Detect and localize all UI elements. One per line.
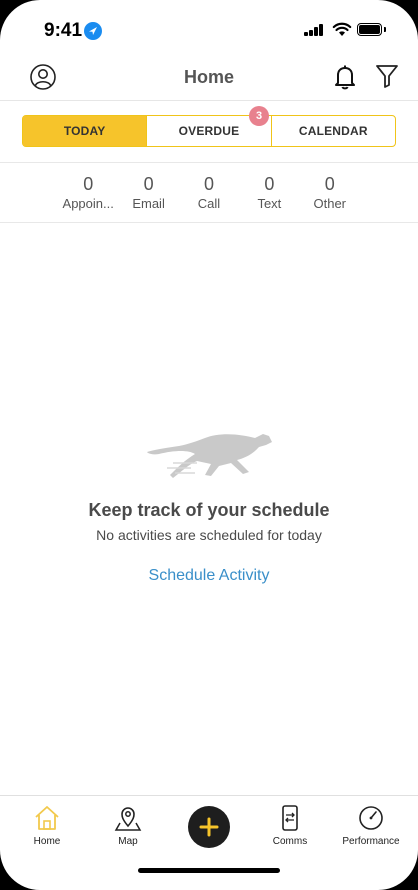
count-label: Email — [132, 196, 165, 211]
nav-home[interactable]: Home — [12, 804, 82, 847]
nav-comms[interactable]: Comms — [255, 804, 325, 847]
nav-label: Map — [118, 836, 138, 847]
divider — [0, 162, 418, 163]
nav-label: Performance — [342, 836, 400, 847]
app-header: Home — [0, 56, 418, 101]
filter-icon[interactable] — [375, 64, 399, 88]
home-indicator — [138, 868, 280, 873]
status-time: 9:41 — [44, 20, 83, 41]
count-appointments[interactable]: 0 Appoin... — [58, 173, 118, 213]
battery-icon — [357, 23, 382, 36]
count-email[interactable]: 0 Email — [118, 173, 178, 213]
divider — [0, 222, 418, 223]
wifi-icon — [332, 22, 352, 36]
count-label: Text — [257, 196, 282, 211]
count-value: 0 — [264, 174, 275, 194]
tab-today[interactable]: TODAY — [23, 116, 147, 146]
plus-icon — [199, 817, 219, 837]
nav-map[interactable]: Map — [93, 804, 163, 847]
count-call[interactable]: 0 Call — [179, 173, 239, 213]
activity-tabs: TODAY OVERDUE CALENDAR — [22, 115, 396, 147]
phone-transfer-icon — [282, 805, 298, 831]
empty-state-subtitle: No activities are scheduled for today — [96, 527, 322, 543]
tab-calendar[interactable]: CALENDAR — [270, 116, 395, 146]
home-icon — [35, 806, 59, 830]
nav-label: Home — [33, 836, 61, 847]
count-label: Other — [313, 196, 347, 211]
gauge-icon — [359, 806, 383, 830]
count-text[interactable]: 0 Text — [239, 173, 299, 213]
nav-performance[interactable]: Performance — [336, 804, 406, 847]
status-bar: 9:41 — [0, 0, 418, 56]
map-pin-icon — [114, 807, 142, 831]
bottom-nav: Home Map Comms Performance — [0, 795, 418, 890]
count-other[interactable]: 0 Other — [300, 173, 360, 213]
activity-counts: 0 Appoin... 0 Email 0 Call 0 Text 0 Othe… — [58, 173, 360, 213]
cellular-signal-icon — [304, 24, 324, 36]
bell-icon[interactable] — [333, 64, 357, 90]
location-arrow-icon — [84, 22, 102, 40]
schedule-activity-link[interactable]: Schedule Activity — [0, 567, 418, 585]
count-value: 0 — [83, 174, 94, 194]
count-value: 0 — [203, 174, 214, 194]
overdue-count-badge: 3 — [249, 106, 269, 126]
count-value: 0 — [143, 174, 154, 194]
count-label: Call — [197, 196, 221, 211]
phone-screen: 9:41 Home TODAY OVERDUE CALENDAR 3 0 App… — [0, 0, 418, 890]
count-label: Appoin... — [62, 196, 114, 211]
cheetah-illustration — [147, 434, 272, 478]
count-value: 0 — [324, 174, 335, 194]
empty-state-title: Keep track of your schedule — [88, 500, 330, 520]
nav-label: Comms — [272, 836, 308, 847]
add-activity-button[interactable] — [188, 806, 230, 848]
